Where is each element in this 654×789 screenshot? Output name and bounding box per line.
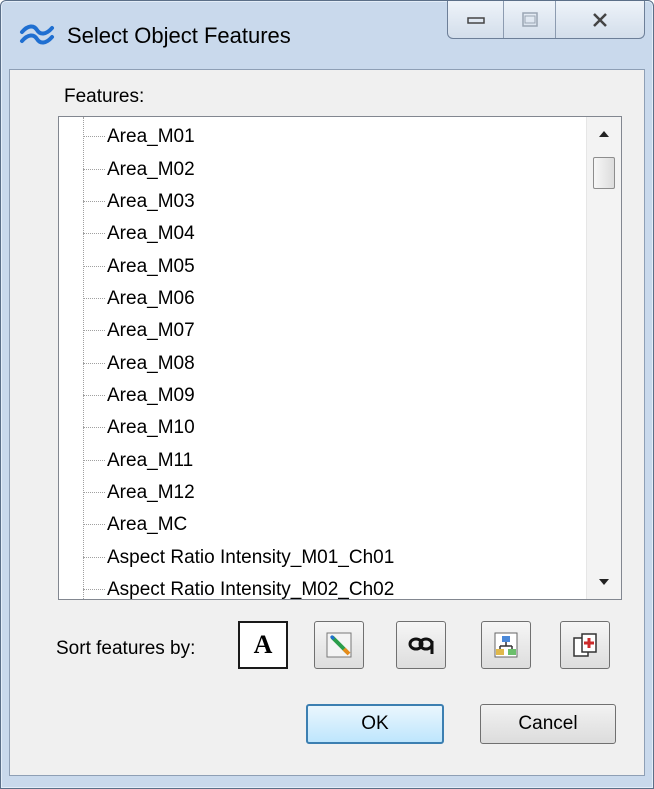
dialog-window: Select Object Features Features: Area_M0… [0,0,654,789]
list-item[interactable]: Area_M02 [83,153,195,186]
scroll-up-button[interactable] [587,117,621,151]
list-item[interactable]: Area_M10 [83,411,195,444]
sort-alphabetical-button[interactable]: A [238,621,288,669]
mask-sort-icon [408,637,434,654]
close-button[interactable] [556,1,644,38]
scroll-up-arrow-icon [599,131,609,137]
sort-channel-button[interactable] [560,621,610,669]
scroll-down-arrow-icon [599,579,609,585]
ok-button[interactable]: OK [306,704,444,744]
maximize-button[interactable] [504,1,556,38]
sort-hierarchy-button[interactable] [481,621,531,669]
minimize-icon [466,16,485,24]
list-item[interactable]: Area_M01 [83,120,195,153]
features-list[interactable]: Area_M01 Area_M02 Area_M03 Area_M04 Area… [58,116,622,600]
window-title: Select Object Features [67,23,291,48]
sort-mask-button[interactable] [396,621,446,669]
list-item[interactable]: Area_M07 [83,314,195,347]
list-item[interactable]: Area_M05 [83,250,195,283]
hierarchy-sort-icon [494,632,518,658]
pencil-sort-icon [326,632,352,658]
list-item[interactable]: Area_M12 [83,476,195,509]
features-label: Features: [64,86,145,107]
list-item[interactable]: Area_M04 [83,217,195,250]
maximize-icon [521,11,538,27]
minimize-button[interactable] [448,1,504,38]
list-item[interactable]: Area_M06 [83,282,195,315]
vertical-scrollbar[interactable] [586,117,621,599]
channel-sort-icon [573,633,597,657]
scroll-thumb[interactable] [593,157,615,189]
list-item[interactable]: Area_M11 [83,444,193,477]
app-wave-icon [19,17,55,53]
sort-label: Sort features by: [56,638,196,659]
list-item[interactable]: Area_M09 [83,379,195,412]
title-bar[interactable]: Select Object Features [1,1,653,69]
list-item[interactable]: Aspect Ratio Intensity_M02_Ch02 [83,573,394,599]
sort-pencil-button[interactable] [314,621,364,669]
scroll-down-button[interactable] [587,565,621,599]
list-item[interactable]: Area_M08 [83,347,195,380]
list-item[interactable]: Aspect Ratio Intensity_M01_Ch01 [83,541,394,574]
list-item[interactable]: Area_MC [83,508,187,541]
dialog-body: Features: Area_M01 Area_M02 Area_M03 Are… [9,69,645,776]
list-item[interactable]: Area_M03 [83,185,195,218]
alphabetical-sort-icon: A [253,630,273,659]
caption-buttons [447,1,645,39]
close-icon [593,12,607,27]
cancel-button[interactable]: Cancel [480,704,616,744]
